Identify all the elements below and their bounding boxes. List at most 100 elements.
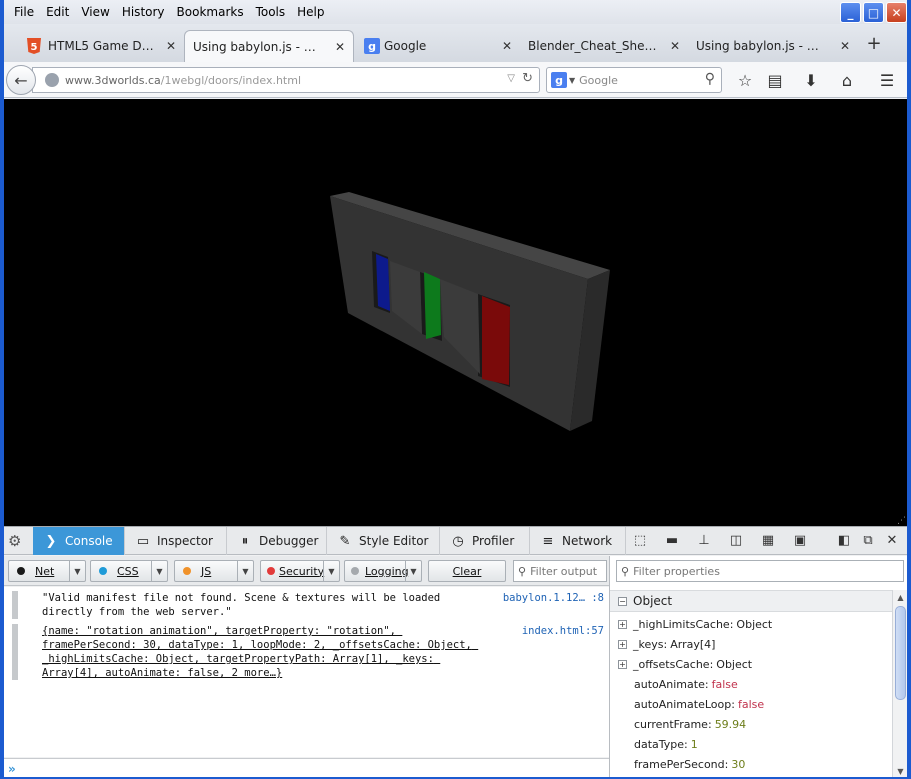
close-devtools-icon[interactable]: ✕ [884, 532, 900, 548]
tab-close-icon[interactable]: ✕ [335, 40, 345, 54]
console-message-source-link[interactable]: babylon.1.12… :8 [503, 591, 604, 605]
chevron-down-icon[interactable]: ▼ [69, 561, 85, 581]
menu-file[interactable]: File [8, 5, 40, 19]
scroll-up-icon[interactable]: ▲ [893, 590, 907, 604]
search-input[interactable]: Google [579, 74, 618, 87]
tab-close-icon[interactable]: ✕ [670, 39, 680, 53]
tab-close-icon[interactable]: ✕ [502, 39, 512, 53]
devtools-panel: ⚙ ❯ Console ▭ Inspector ⏸ Debugger ✎ Style E… [4, 526, 907, 777]
filter-properties-input[interactable]: ⚲ Filter properties [616, 560, 904, 582]
chevron-down-icon[interactable]: ▼ [405, 561, 421, 581]
console-filter-bar: Net ▼ CSS ▼ JS ▼ Security ▼ Logging ▼ Clear ⚲… [4, 556, 609, 586]
menu-history[interactable]: History [116, 5, 171, 19]
filter-js-button[interactable]: JS ▼ [174, 560, 254, 582]
filter-security-button[interactable]: Security ▼ [260, 560, 340, 582]
maximize-button[interactable]: □ [863, 2, 884, 23]
back-button[interactable]: ← [6, 65, 36, 95]
blue-door[interactable] [376, 254, 390, 311]
tab-close-icon[interactable]: ✕ [166, 39, 176, 53]
url-bar[interactable]: www.3dworlds.ca/1webgl/doors/index.html … [32, 67, 540, 93]
tab-label: Inspector [157, 534, 213, 548]
webgl-canvas[interactable]: ⋰ [4, 99, 907, 526]
property-row[interactable]: + _keys: Array[4] [618, 634, 892, 654]
console-input[interactable]: » [4, 758, 609, 777]
console-message-source-link[interactable]: index.html:57 [522, 624, 604, 638]
menu-edit[interactable]: Edit [40, 5, 75, 19]
downloads-icon[interactable]: ⬇ [800, 69, 822, 91]
google-icon: g [551, 72, 567, 88]
property-row[interactable]: autoAnimate: false [618, 674, 892, 694]
search-bar[interactable]: g ▼ Google ⚲ [546, 67, 722, 93]
search-icon: ⚲ [621, 564, 630, 578]
property-row[interactable]: autoAnimateLoop: false [618, 694, 892, 714]
bookmark-star-icon[interactable]: ☆ [734, 69, 756, 91]
property-row[interactable]: currentFrame:59.94 [618, 714, 892, 734]
devtools-tab-style-editor[interactable]: ✎ Style Editor [327, 527, 440, 555]
reload-icon[interactable]: ↻ [522, 71, 533, 86]
menu-tools[interactable]: Tools [250, 5, 292, 19]
search-icon[interactable]: ⚲ [705, 71, 715, 87]
minimize-button[interactable]: _ [840, 2, 861, 23]
menu-hamburger-icon[interactable]: ☰ [876, 69, 898, 91]
expand-icon[interactable]: + [618, 659, 627, 669]
devtools-tab-profiler[interactable]: ◷ Profiler [440, 527, 530, 555]
screenshot-icon[interactable]: ▣ [792, 532, 808, 548]
filter-label: Net [35, 564, 55, 578]
undock-window-icon[interactable]: ⧉ [860, 532, 876, 548]
menu-help[interactable]: Help [291, 5, 330, 19]
variables-scrollbar[interactable]: ▲ ▼ [892, 590, 907, 777]
tab-babylon-2[interactable]: Using babylon.js - How t... ✕ [688, 30, 858, 62]
close-window-button[interactable]: ✕ [886, 2, 907, 23]
filter-output-input[interactable]: ⚲ Filter output [513, 560, 607, 582]
new-tab-button[interactable]: + [864, 32, 884, 54]
expand-icon[interactable]: + [618, 639, 627, 649]
search-engine-dropdown-icon[interactable]: ▼ [569, 76, 575, 85]
3d-view-icon[interactable]: ◫ [728, 532, 744, 548]
devtools-tab-inspector[interactable]: ▭ Inspector [125, 527, 227, 555]
menu-view[interactable]: View [75, 5, 115, 19]
object-scope-header[interactable]: − Object [610, 590, 892, 612]
expand-icon[interactable]: + [618, 619, 627, 629]
tab-label: Google [384, 39, 427, 53]
devtools-tab-network[interactable]: ≡ Network [530, 527, 626, 555]
url-history-dropdown-icon[interactable]: ▽ [507, 73, 515, 84]
clear-console-button[interactable]: Clear [428, 560, 506, 582]
tab-close-icon[interactable]: ✕ [840, 39, 850, 53]
tab-google[interactable]: g Google ✕ [354, 30, 520, 62]
scrollbar-thumb[interactable] [895, 606, 906, 700]
green-door[interactable] [424, 272, 441, 339]
property-row[interactable]: framePerSecond:30 [618, 754, 892, 774]
reading-list-icon[interactable]: ▤ [764, 69, 786, 91]
tab-html5-game-devs[interactable]: 5 HTML5 Game Devs F... ✕ [4, 30, 184, 62]
tab-babylon-active[interactable]: Using babylon.js - How t... ✕ [184, 30, 354, 62]
scroll-down-icon[interactable]: ▼ [893, 764, 907, 777]
filter-net-button[interactable]: Net ▼ [8, 560, 86, 582]
property-value: false [737, 697, 765, 711]
chevron-down-icon[interactable]: ▼ [323, 561, 339, 581]
menu-bookmarks[interactable]: Bookmarks [171, 5, 250, 19]
dock-side-icon[interactable]: ◧ [836, 532, 852, 548]
home-icon[interactable]: ⌂ [836, 69, 858, 91]
property-row[interactable]: dataType:1 [618, 734, 892, 754]
tab-blender-pdf[interactable]: Blender_Cheat_Sheet.pdf ✕ [520, 30, 688, 62]
scratchpad-icon[interactable]: ▬ [664, 532, 680, 548]
console-object-link[interactable]: {name: "rotation animation", targetPrope… [42, 624, 482, 680]
devtools-settings-gear-icon[interactable]: ⚙ [8, 532, 21, 550]
filter-output-placeholder: Filter output [530, 564, 598, 578]
collapse-icon[interactable]: − [618, 596, 627, 606]
filter-logging-button[interactable]: Logging ▼ [344, 560, 422, 582]
red-door[interactable] [482, 296, 510, 385]
chevron-down-icon[interactable]: ▼ [237, 561, 253, 581]
profiler-icon: ◷ [452, 533, 464, 549]
devtools-tab-debugger[interactable]: ⏸ Debugger [227, 527, 327, 555]
paintbrush-icon[interactable]: ⊥ [696, 532, 712, 548]
property-row[interactable]: + _offsetsCache: Object [618, 654, 892, 674]
property-name: dataType [634, 737, 685, 751]
chevron-down-icon[interactable]: ▼ [151, 561, 167, 581]
devtools-tab-console[interactable]: ❯ Console [33, 527, 125, 555]
pick-element-icon[interactable]: ⬚ [632, 532, 648, 548]
resize-grip-icon[interactable]: ⋰ [897, 516, 907, 526]
filter-css-button[interactable]: CSS ▼ [90, 560, 168, 582]
responsive-mode-icon[interactable]: ▦ [760, 532, 776, 548]
property-row[interactable]: + _highLimitsCache: Object [618, 614, 892, 634]
